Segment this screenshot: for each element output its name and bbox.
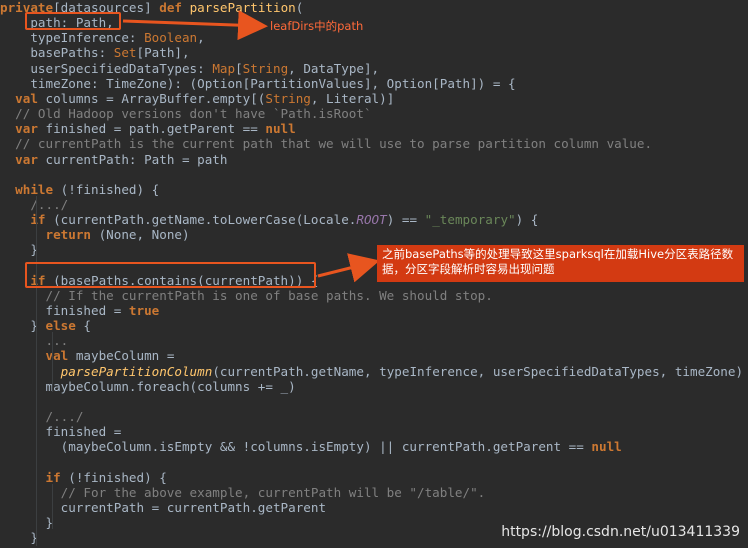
code-editor[interactable]: private[datasources] def parsePartition(… (0, 0, 748, 548)
arrow-to-label1 (122, 10, 268, 41)
annotation-basepaths-callout: 之前basePaths等的处理导致这里sparksql在加载Hive分区表路径数… (377, 245, 744, 282)
annotation-leafdirs-label: leafDirs中的path (270, 19, 364, 33)
watermark-url: https://blog.csdn.net/u013411339 (501, 524, 740, 540)
arrow-to-label2 (317, 253, 380, 283)
